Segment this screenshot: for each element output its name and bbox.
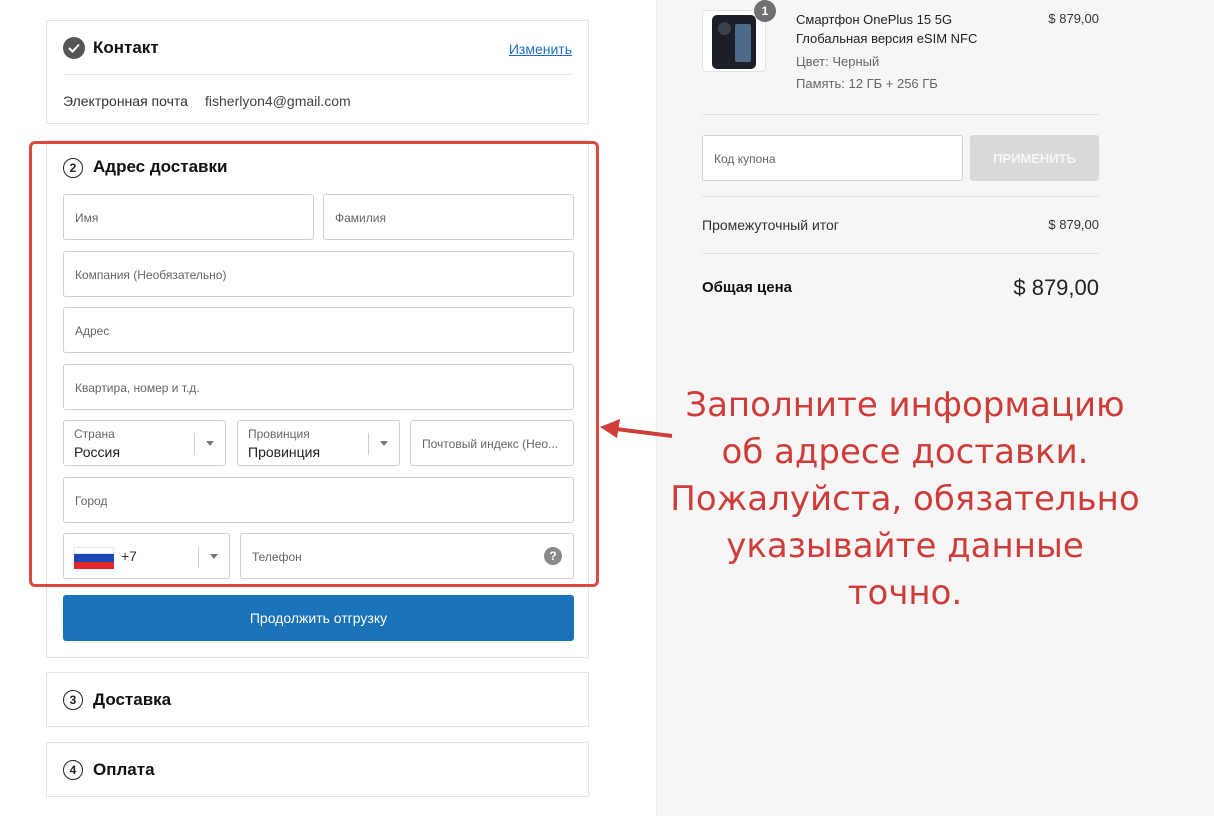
contact-section: Контакт Изменить Электронная почта fishe… [46,20,589,124]
subtotal-value: $ 879,00 [1048,217,1099,232]
arrow-left-icon [600,419,673,438]
phone-code: +7 [121,548,137,564]
phone-field[interactable]: Телефон ? [240,533,574,579]
product-color-option: Цвет: Черный [796,54,880,69]
coupon-input[interactable]: Код купона [702,135,963,181]
province-label: Провинция [248,427,310,441]
city-field[interactable]: Город [63,477,574,523]
annotation-line-4: указывайте данные точно. [726,526,1084,613]
step-number-icon: 2 [63,158,83,178]
company-field[interactable]: Компания (Необязательно) [63,251,574,297]
shipping-title: Адрес доставки [93,157,228,176]
apartment-field[interactable]: Квартира, номер и т.д. [63,364,574,410]
product-price: $ 879,00 [1048,11,1099,26]
annotation-line-2: об адресе доставки. [721,432,1089,472]
chevron-down-icon [210,554,218,559]
province-select[interactable]: Провинция Провинция [237,420,400,466]
first-name-placeholder: Имя [75,211,99,225]
last-name-placeholder: Фамилия [335,211,386,225]
continue-shipping-button[interactable]: Продолжить отгрузку [63,595,574,641]
divider [702,114,1099,115]
payment-section[interactable]: 4 Оплата [46,742,589,797]
divider [702,253,1099,254]
divider [702,196,1099,197]
country-label: Страна [74,427,115,441]
email-label: Электронная почта [63,93,188,109]
step-number-icon: 3 [63,690,83,710]
first-name-field[interactable]: Имя [63,194,314,240]
country-value: Россия [74,444,120,460]
apartment-placeholder: Квартира, номер и т.д. [75,381,200,395]
coupon-placeholder: Код купона [714,152,776,166]
product-title: Смартфон OnePlus 15 5G Глобальная версия… [796,10,1021,48]
country-select[interactable]: Страна Россия [63,420,226,466]
product-title-line-1: Смартфон OnePlus 15 5G [796,12,953,27]
phone-country-select[interactable]: +7 [63,533,230,579]
city-placeholder: Город [75,494,108,508]
help-icon[interactable]: ? [544,547,562,565]
select-divider [198,546,199,568]
chevron-down-icon [206,441,214,446]
postal-code-field[interactable]: Почтовый индекс (Нео... [410,420,574,466]
annotation-line-1: Заполните информацию [685,385,1125,425]
total-value: $ 879,00 [1013,275,1099,300]
total-label: Общая цена [702,279,792,296]
annotation-line-3: Пожалуйста, обязательно [670,479,1140,519]
email-value: fisherlyon4@gmail.com [205,93,351,109]
step-number-icon: 4 [63,760,83,780]
phone-placeholder: Телефон [252,550,302,564]
check-icon [63,37,85,59]
product-memory-option: Память: 12 ГБ + 256 ГБ [796,76,938,91]
select-divider [368,433,369,455]
divider [63,74,572,75]
product-title-line-2: Глобальная версия eSIM NFC [796,31,978,46]
subtotal-label: Промежуточный итог [702,217,839,233]
russia-flag-icon [74,547,114,569]
select-divider [194,433,195,455]
province-value: Провинция [248,444,321,460]
phone-image [712,15,756,69]
company-placeholder: Компания (Необязательно) [75,268,227,282]
delivery-title: Доставка [93,690,172,709]
chevron-down-icon [380,441,388,446]
annotation-text: Заполните информацию об адресе доставки.… [664,382,1146,617]
postal-code-placeholder: Почтовый индекс (Нео... [422,437,559,451]
contact-title: Контакт [93,38,159,57]
address-placeholder: Адрес [75,324,110,338]
delivery-section[interactable]: 3 Доставка [46,672,589,727]
payment-title: Оплата [93,760,155,779]
address-field[interactable]: Адрес [63,307,574,353]
last-name-field[interactable]: Фамилия [323,194,574,240]
edit-contact-link[interactable]: Изменить [509,41,572,57]
apply-coupon-button[interactable]: ПРИМЕНИТЬ [970,135,1099,181]
product-thumbnail [702,10,766,72]
quantity-badge: 1 [754,0,776,22]
